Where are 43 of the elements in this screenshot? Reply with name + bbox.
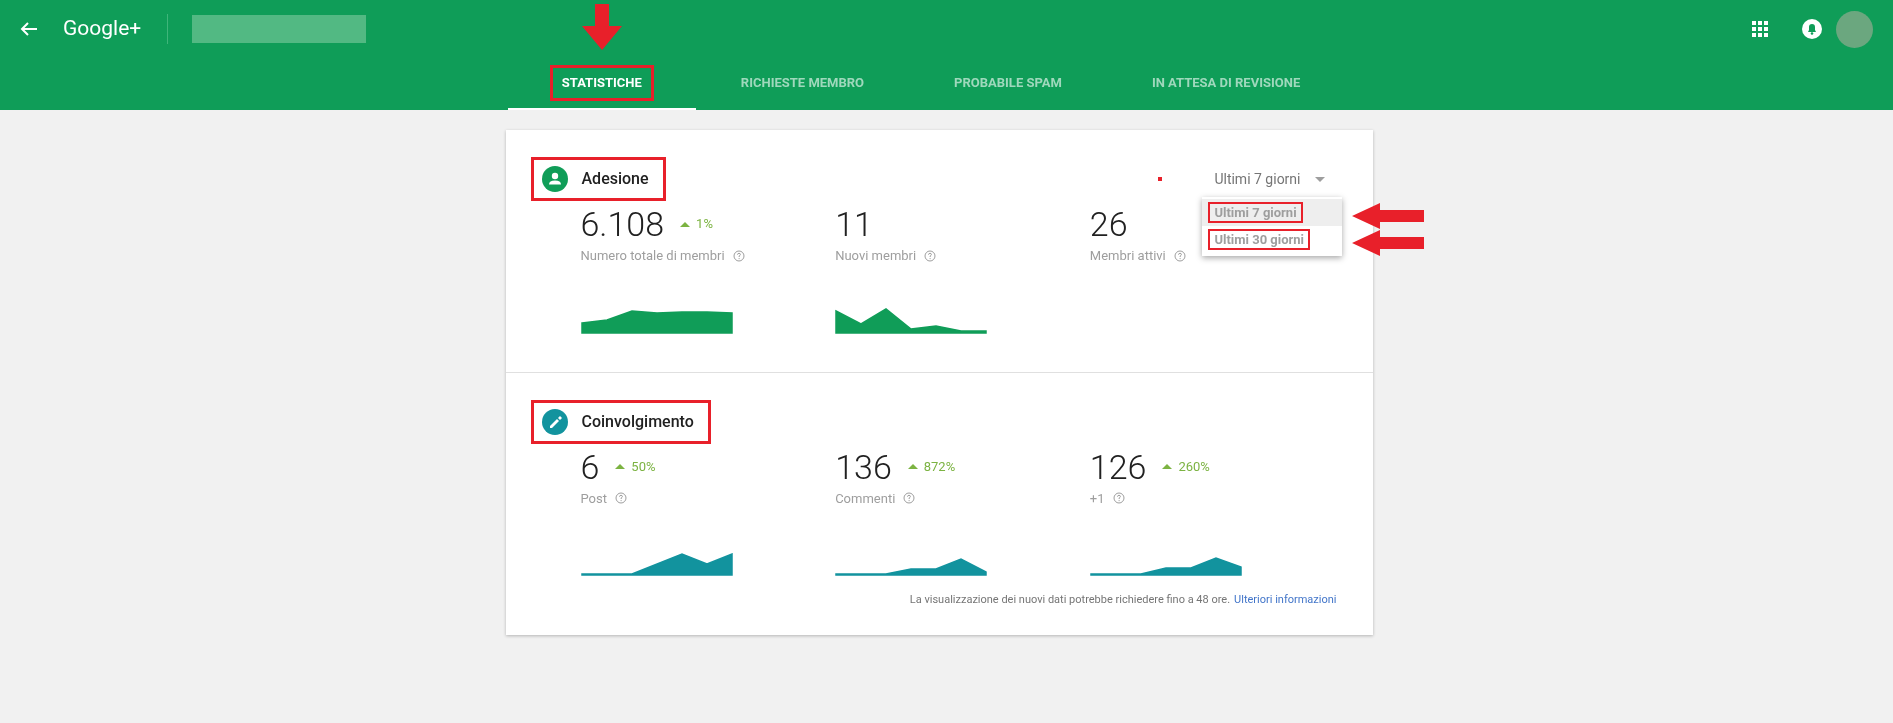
metric-value: 6.108	[580, 203, 665, 246]
metric-value: 6	[580, 445, 600, 489]
dropdown-option[interactable]: Ultimi 30 giorni	[1202, 226, 1343, 254]
metric-change: 50%	[631, 457, 656, 476]
metric-label: Nuovi membri	[835, 247, 917, 265]
caret-icon	[1314, 176, 1325, 182]
apps-grid-icon[interactable]	[1752, 21, 1768, 37]
help-icon[interactable]	[903, 492, 916, 505]
app-logo[interactable]: Google+	[63, 13, 142, 45]
metric-change: 260%	[1178, 457, 1210, 476]
back-arrow-icon[interactable]	[20, 21, 38, 37]
section-title: Adesione	[581, 168, 650, 190]
footer-note: La visualizzazione dei nuovi dati potrebbe richiedere fino a 48 ore.	[909, 592, 1231, 608]
metric-value: 126	[1089, 445, 1147, 489]
metric-label: Numero totale di membri	[580, 247, 725, 265]
nav-tab[interactable]: PROBABILE SPAM	[909, 58, 1107, 110]
more-info-link[interactable]: Ulteriori informazioni	[1234, 592, 1337, 609]
date-range-dropdown[interactable]: Ultimi 7 giorni	[1214, 168, 1325, 190]
metric-label: Post	[580, 489, 607, 508]
nav-tab[interactable]: STATISTICHE	[507, 58, 696, 110]
trend-up-icon	[615, 464, 626, 469]
notification-bell-icon[interactable]	[1802, 19, 1822, 39]
help-icon[interactable]	[1112, 492, 1125, 505]
metric-value: 11	[835, 203, 873, 246]
trend-up-icon	[1162, 464, 1173, 469]
nav-tab[interactable]: RICHIESTE MEMBRO	[695, 58, 910, 110]
trend-up-icon	[680, 221, 691, 227]
section-title: Coinvolgimento	[581, 410, 695, 433]
metric-value: 136	[835, 445, 892, 489]
help-icon[interactable]	[924, 249, 937, 262]
metric-label: Membri attivi	[1089, 247, 1166, 265]
metric-change: 1%	[696, 215, 713, 234]
nav-tab[interactable]: IN ATTESA DI REVISIONE	[1106, 58, 1346, 110]
trend-up-icon	[907, 464, 918, 469]
avatar[interactable]	[1836, 10, 1873, 48]
metric-value: 26	[1089, 203, 1128, 246]
metric-change: 872%	[923, 457, 956, 476]
annotation-arrow	[581, 4, 622, 50]
help-icon[interactable]	[732, 249, 745, 262]
help-icon[interactable]	[1173, 249, 1186, 262]
help-icon[interactable]	[615, 492, 627, 505]
metric-label: +1	[1089, 489, 1105, 508]
metric-label: Commenti	[835, 489, 896, 508]
